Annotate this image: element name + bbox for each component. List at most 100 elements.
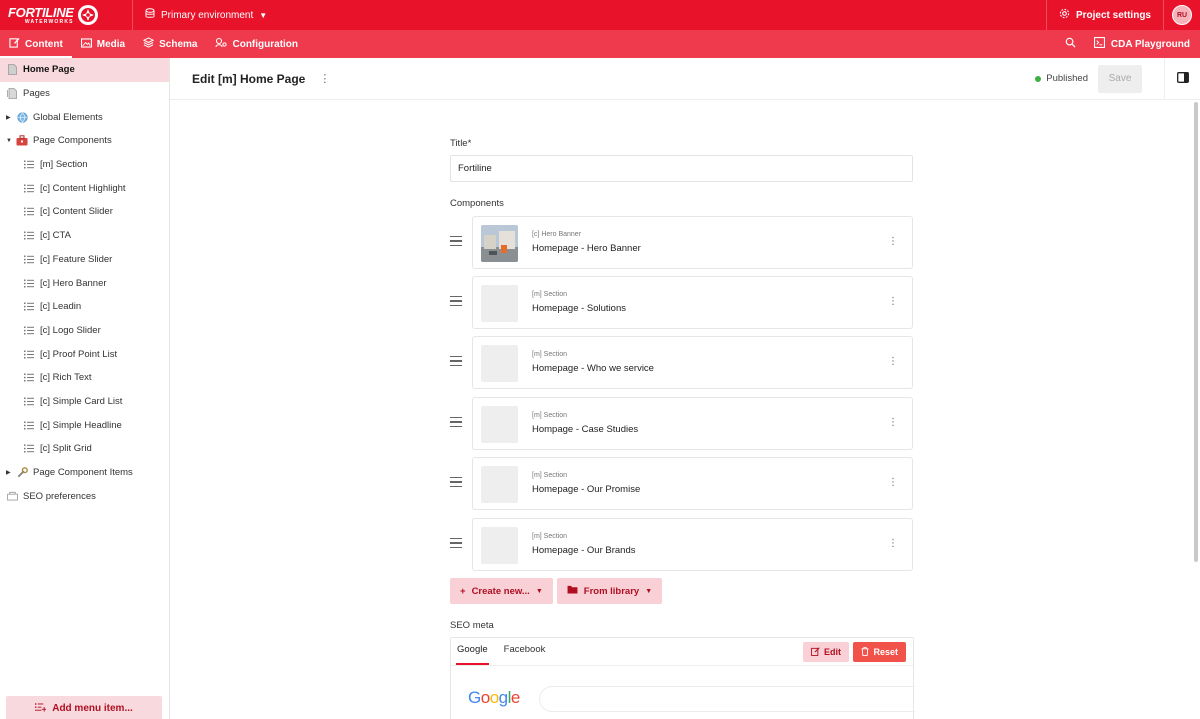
from-library-label: From library <box>583 585 640 597</box>
sidebar-item-label: [m] Section <box>40 159 88 171</box>
environment-selector[interactable]: Primary environment ▼ <box>145 8 267 22</box>
sidebar-item-simple-card-list[interactable]: [c] Simple Card List <box>0 390 169 414</box>
sidebar-item-pages[interactable]: Pages <box>0 82 169 106</box>
search-button[interactable] <box>1056 37 1086 51</box>
toolbox-icon <box>16 135 28 147</box>
main-scrollbar[interactable] <box>1194 102 1198 562</box>
cda-playground-button[interactable]: CDA Playground <box>1086 37 1200 51</box>
list-icon <box>23 372 35 384</box>
edit-icon <box>811 646 820 658</box>
avatar[interactable]: RU <box>1172 5 1192 25</box>
sidebar-item-label: Page Components <box>33 135 112 147</box>
more-options-icon[interactable]: ⋮ <box>888 236 898 247</box>
add-menu-item-button[interactable]: Add menu item... <box>6 696 162 719</box>
sidebar-item-home-page[interactable]: Home Page <box>0 58 169 82</box>
tab-schema-label: Schema <box>159 38 198 50</box>
tab-media[interactable]: Media <box>72 30 134 58</box>
project-settings-button[interactable]: Project settings <box>1045 0 1164 30</box>
sidebar-item-hero-banner[interactable]: [c] Hero Banner <box>0 271 169 295</box>
tab-content[interactable]: Content <box>0 30 72 58</box>
caret-right-icon[interactable]: ▶ <box>6 114 16 121</box>
component-name: Hompage - Case Studies <box>532 424 639 435</box>
component-card[interactable]: [m] Section Homepage - Who we service ⋮ <box>472 336 913 389</box>
seo-reset-button[interactable]: Reset <box>853 642 906 662</box>
panel-toggle-button[interactable] <box>1164 57 1200 100</box>
sidebar-item-global-elements[interactable]: ▶ Global Elements <box>0 105 169 129</box>
list-icon <box>23 159 35 171</box>
sidebar-item-leadin[interactable]: [c] Leadin <box>0 295 169 319</box>
component-name: Homepage - Hero Banner <box>532 243 641 254</box>
drag-handle-icon[interactable] <box>450 356 462 366</box>
terminal-icon <box>1093 37 1105 51</box>
list-icon <box>23 253 35 265</box>
sidebar-item-logo-slider[interactable]: [c] Logo Slider <box>0 319 169 343</box>
more-options-icon[interactable]: ⋮ <box>888 538 898 549</box>
caret-down-icon[interactable]: ▼ <box>6 138 16 144</box>
component-card[interactable]: [m] Section Homepage - Solutions ⋮ <box>472 276 913 329</box>
project-settings-label: Project settings <box>1075 9 1151 21</box>
component-row: [m] Section Homepage - Our Brands ⋮ <box>450 518 914 571</box>
sidebar-item-content-highlight[interactable]: [c] Content Highlight <box>0 176 169 200</box>
list-icon <box>23 230 35 242</box>
more-options-icon[interactable]: ⋮ <box>888 296 898 307</box>
sidebar-item-label: [c] Rich Text <box>40 372 92 384</box>
edit-icon <box>9 37 20 51</box>
more-options-icon[interactable]: ⋮ <box>888 417 898 428</box>
component-card[interactable]: [m] Section Hompage - Case Studies ⋮ <box>472 397 913 450</box>
more-options-icon[interactable]: ⋮ <box>888 356 898 367</box>
tab-media-label: Media <box>96 38 126 50</box>
image-icon <box>80 37 92 51</box>
drag-handle-icon[interactable] <box>450 538 462 548</box>
sidebar-item-label: [c] Simple Headline <box>40 419 122 431</box>
caret-right-icon[interactable]: ▶ <box>6 469 16 476</box>
seo-edit-button[interactable]: Edit <box>803 642 849 662</box>
seo-reset-label: Reset <box>873 647 898 657</box>
drag-handle-icon[interactable] <box>450 236 462 246</box>
status-label: Published <box>1046 73 1088 84</box>
google-search-preview-bar <box>539 686 915 712</box>
component-card[interactable]: [c] Hero Banner Homepage - Hero Banner ⋮ <box>472 216 913 269</box>
google-logo: Google <box>468 688 520 707</box>
sidebar-item-page-components[interactable]: ▼ Page Components <box>0 129 169 153</box>
sidebar-item-content-slider[interactable]: [c] Content Slider <box>0 200 169 224</box>
sidebar-item-label: [c] Hero Banner <box>40 277 107 289</box>
component-card[interactable]: [m] Section Homepage - Our Brands ⋮ <box>472 518 913 571</box>
logo-sub-text: WATERWORKS <box>24 18 74 25</box>
component-card[interactable]: [m] Section Homepage - Our Promise ⋮ <box>472 457 913 510</box>
sidebar-item-split-grid[interactable]: [c] Split Grid <box>0 437 169 461</box>
component-type: [m] Section <box>532 351 568 358</box>
seo-meta-label: SEO meta <box>450 620 494 631</box>
title-input[interactable]: Fortiline <box>450 155 913 182</box>
sidebar-item-seo-preferences[interactable]: SEO preferences <box>0 484 169 508</box>
tab-facebook[interactable]: Facebook <box>503 644 547 665</box>
tab-configuration[interactable]: Configuration <box>206 30 307 58</box>
sidebar-item-rich-text[interactable]: [c] Rich Text <box>0 366 169 390</box>
sidebar-item-simple-headline[interactable]: [c] Simple Headline <box>0 413 169 437</box>
tab-configuration-label: Configuration <box>232 38 299 50</box>
tab-google[interactable]: Google <box>456 644 489 665</box>
sidebar-item-label: [c] Split Grid <box>40 443 92 455</box>
sidebar-item-page-component-items[interactable]: ▶ Page Component Items <box>0 461 169 485</box>
drag-handle-icon[interactable] <box>450 477 462 487</box>
component-name: Homepage - Solutions <box>532 303 626 314</box>
sidebar-item-feature-slider[interactable]: [c] Feature Slider <box>0 248 169 272</box>
sidebar-item-section[interactable]: [m] Section <box>0 153 169 177</box>
seo-edit-label: Edit <box>824 647 841 657</box>
drag-handle-icon[interactable] <box>450 417 462 427</box>
drag-handle-icon[interactable] <box>450 296 462 306</box>
component-thumbnail <box>481 345 518 382</box>
globe-icon <box>16 111 28 123</box>
sidebar-item-proof-point-list[interactable]: [c] Proof Point List <box>0 342 169 366</box>
tab-schema[interactable]: Schema <box>134 30 206 58</box>
sidebar-item-cta[interactable]: [c] CTA <box>0 224 169 248</box>
editor-header: Edit [m] Home Page ⋮ Published Save <box>170 57 1200 100</box>
component-thumbnail <box>481 527 518 564</box>
more-options-icon[interactable]: ⋮ <box>319 72 330 85</box>
fortiline-logo[interactable]: FORTILINE WATERWORKS <box>0 0 133 30</box>
sidebar-item-label: Home Page <box>23 64 75 76</box>
save-button[interactable]: Save <box>1098 64 1142 93</box>
create-new-button[interactable]: + Create new... ▼ <box>450 578 553 604</box>
from-library-button[interactable]: From library ▼ <box>556 578 663 604</box>
more-options-icon[interactable]: ⋮ <box>888 477 898 488</box>
chevron-down-icon: ▼ <box>535 587 543 595</box>
